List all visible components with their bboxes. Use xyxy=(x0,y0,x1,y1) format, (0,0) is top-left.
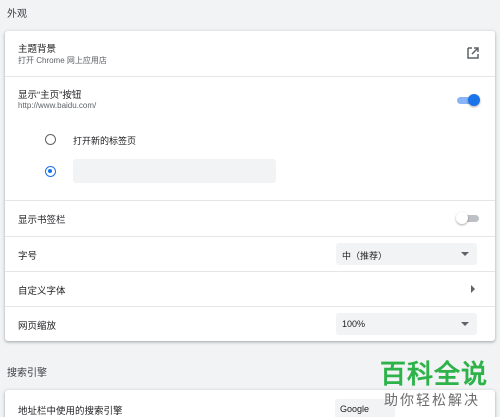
watermark-slogan: 助你轻松解决 xyxy=(384,392,480,408)
bookmarks-bar-toggle[interactable] xyxy=(456,212,480,224)
toggle-knob xyxy=(456,212,468,224)
home-button-url: http://www.baidu.com/ xyxy=(18,101,97,110)
custom-fonts-row[interactable]: 自定义字体 xyxy=(5,272,495,306)
watermark-title: 百科全说 xyxy=(380,359,489,389)
bookmarks-bar-row[interactable]: 显示书签栏 xyxy=(5,201,495,235)
theme-label: 主题背景 xyxy=(18,44,57,55)
radio-new-tab[interactable] xyxy=(45,134,56,145)
radio-new-tab-row[interactable]: 打开新的标签页 xyxy=(5,129,495,151)
search-engine-label: 地址栏中使用的搜索引擎 xyxy=(18,406,123,417)
chevron-down-icon xyxy=(461,322,469,326)
page-zoom-label: 网页缩放 xyxy=(18,321,57,332)
watermark-logo: 百科全说 助你轻松解决 xyxy=(362,352,500,417)
font-size-select[interactable]: 中（推荐） xyxy=(336,243,477,265)
search-section-title: 搜索引擎 xyxy=(7,368,47,379)
custom-url-input[interactable] xyxy=(73,159,276,183)
font-size-row: 字号 中（推荐） xyxy=(5,237,495,271)
theme-sublabel: 打开 Chrome 网上应用店 xyxy=(18,56,107,65)
font-size-label: 字号 xyxy=(18,251,38,262)
page-zoom-row: 网页缩放 100% xyxy=(5,307,495,341)
external-link-icon[interactable] xyxy=(466,46,480,60)
page-zoom-value: 100% xyxy=(342,319,366,329)
appearance-section-title: 外观 xyxy=(7,9,27,20)
chevron-down-icon xyxy=(461,252,469,256)
custom-fonts-label: 自定义字体 xyxy=(18,286,66,297)
home-button-row: 显示“主页”按钮 http://www.baidu.com/ xyxy=(5,77,495,117)
appearance-card: 主题背景 打开 Chrome 网上应用店 显示“主页”按钮 http://www… xyxy=(5,31,495,341)
bookmarks-bar-label: 显示书签栏 xyxy=(18,215,66,226)
radio-custom-url-row[interactable] xyxy=(5,157,495,187)
home-button-label: 显示“主页”按钮 xyxy=(18,90,82,101)
font-size-value: 中（推荐） xyxy=(342,251,388,261)
chevron-right-icon xyxy=(471,285,475,293)
theme-row[interactable]: 主题背景 打开 Chrome 网上应用店 xyxy=(5,31,495,74)
toggle-knob xyxy=(468,94,480,106)
home-button-toggle[interactable] xyxy=(456,94,480,106)
radio-new-tab-label: 打开新的标签页 xyxy=(73,136,137,146)
page-zoom-select[interactable]: 100% xyxy=(336,313,477,335)
radio-custom-url[interactable] xyxy=(45,166,56,177)
